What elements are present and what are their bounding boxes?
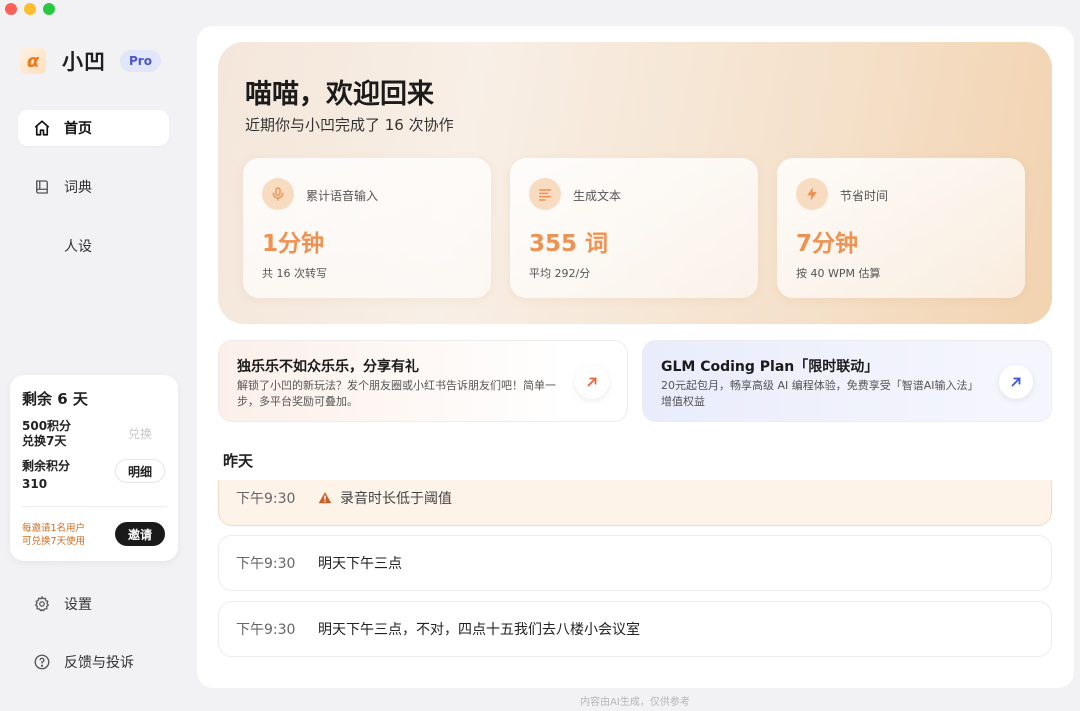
stat-label: 生成文本 [573, 189, 622, 203]
item-text: 录音时长低于阈值 [340, 491, 452, 507]
book-icon [33, 178, 51, 196]
days-remaining: 剩余 6 天 [22, 390, 88, 408]
home-icon [33, 119, 51, 137]
brand: α 小凹 Pro [20, 46, 161, 76]
sidebar-item-persona[interactable]: 人设 [18, 228, 169, 264]
history-list[interactable]: 下午9:30 录音时长低于阈值 下午9:30 明天下午三点 下午9:30 明天下… [197, 480, 1074, 680]
question-circle-icon [33, 653, 51, 671]
warning-icon [318, 492, 332, 504]
stat-card-voice: 累计语音输入 1分钟 共 16 次转写 [243, 158, 491, 298]
exchange-rate-line1: 500积分 [22, 419, 72, 433]
item-content: 录音时长低于阈值 [318, 488, 452, 508]
invite-note: 每邀请1名用户 可兑换7天使用 [22, 522, 85, 548]
stat-card-time: 节省时间 7分钟 按 40 WPM 估算 [777, 158, 1025, 298]
sidebar-item-label: 设置 [64, 597, 92, 613]
sidebar-item-label: 反馈与投诉 [64, 655, 134, 671]
detail-button[interactable]: 明细 [115, 459, 165, 483]
item-time: 下午9:30 [236, 556, 296, 572]
exchange-button[interactable]: 兑换 [115, 421, 165, 445]
stat-note: 平均 292/分 [529, 267, 591, 280]
stat-note: 共 16 次转写 [262, 267, 327, 280]
item-text: 明天下午三点 [318, 556, 402, 572]
promo-title: GLM Coding Plan「限时联动」 [661, 359, 879, 375]
promo-description: 解锁了小凹的新玩法？发个朋友圈或小红书告诉朋友们吧！简单一步，多平台奖励可叠加。 [237, 379, 556, 408]
gear-icon [33, 595, 51, 613]
sidebar-item-settings[interactable]: 设置 [18, 586, 169, 622]
arrow-up-right-icon[interactable] [999, 365, 1033, 399]
sidebar-item-dictionary[interactable]: 词典 [18, 169, 169, 205]
exchange-rate-line2: 兑换7天 [22, 434, 67, 448]
pro-badge: Pro [120, 50, 161, 72]
lightning-icon [796, 178, 828, 210]
list-item[interactable]: 下午9:30 明天下午三点 [218, 535, 1052, 591]
ai-disclaimer: 内容由AI生成，仅供参考 [580, 697, 690, 708]
list-item[interactable]: 下午9:30 明天下午三点，不对，四点十五我们去八楼小会议室 [218, 601, 1052, 657]
remaining-points-value: 310 [22, 477, 48, 491]
promo-card-glm[interactable]: GLM Coding Plan「限时联动」 20元起包月，畅享高级 AI 编程体… [642, 340, 1052, 422]
item-time: 下午9:30 [236, 491, 296, 507]
invite-note-line1: 每邀请1名用户 [22, 523, 86, 534]
item-text: 明天下午三点，不对，四点十五我们去八楼小会议室 [318, 622, 640, 638]
stat-label: 节省时间 [840, 189, 889, 203]
invite-button[interactable]: 邀请 [115, 522, 165, 546]
app-logo-icon: α [20, 48, 46, 74]
welcome-subtitle: 近期你与小凹完成了 16 次协作 [245, 116, 454, 134]
sidebar-item-feedback[interactable]: 反馈与投诉 [18, 644, 169, 680]
sidebar: α 小凹 Pro 首页 词典 人设 剩余 6 天 500积分 兑换7天 兑换 剩… [0, 0, 196, 711]
sidebar-item-home[interactable]: 首页 [18, 110, 169, 146]
list-item[interactable]: 下午9:30 录音时长低于阈值 [218, 480, 1052, 526]
item-time: 下午9:30 [236, 622, 296, 638]
promo-card-share[interactable]: 独乐乐不如众乐乐，分享有礼 解锁了小凹的新玩法？发个朋友圈或小红书告诉朋友们吧！… [218, 340, 628, 422]
promo-description: 20元起包月，畅享高级 AI 编程体验，免费享受「智谱AI输入法」增值权益 [661, 379, 979, 408]
app-name: 小凹 [62, 50, 106, 74]
sidebar-item-label: 首页 [64, 121, 92, 137]
arrow-up-right-icon[interactable] [575, 365, 609, 399]
stat-label: 累计语音输入 [306, 189, 379, 203]
stat-note: 按 40 WPM 估算 [796, 267, 881, 280]
welcome-banner: 喵喵，欢迎回来 近期你与小凹完成了 16 次协作 累计语音输入 1分钟 共 16… [218, 42, 1052, 324]
sidebar-item-label: 词典 [64, 180, 92, 196]
invite-note-line2: 可兑换7天使用 [22, 536, 86, 547]
remaining-points-label: 剩余积分 [22, 459, 71, 473]
promo-title: 独乐乐不如众乐乐，分享有礼 [237, 359, 419, 375]
stat-value: 7分钟 [796, 231, 859, 257]
stat-value: 355 词 [529, 231, 609, 257]
divider [22, 506, 166, 507]
credits-card: 剩余 6 天 500积分 兑换7天 兑换 剩余积分 310 明细 每邀请1名用户… [10, 375, 178, 561]
sidebar-item-label: 人设 [64, 239, 92, 255]
history-section-title: 昨天 [223, 452, 254, 470]
stat-value: 1分钟 [262, 231, 325, 257]
main-panel: 喵喵，欢迎回来 近期你与小凹完成了 16 次协作 累计语音输入 1分钟 共 16… [197, 26, 1074, 688]
stat-card-text: 生成文本 355 词 平均 292/分 [510, 158, 758, 298]
microphone-icon [262, 178, 294, 210]
persona-icon [33, 237, 51, 255]
welcome-title: 喵喵，欢迎回来 [245, 79, 434, 110]
text-lines-icon [529, 178, 561, 210]
